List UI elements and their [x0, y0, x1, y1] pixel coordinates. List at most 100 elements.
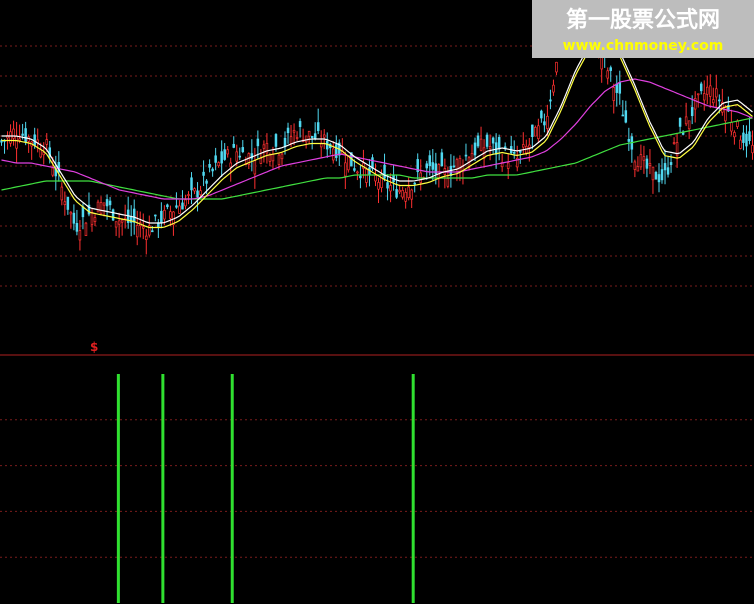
candle-body	[356, 171, 359, 174]
candle-body	[715, 88, 718, 98]
candle-body	[135, 225, 139, 238]
candle-body	[280, 153, 284, 160]
candle-body	[175, 205, 178, 208]
candle-body	[292, 129, 296, 133]
candle-body	[742, 132, 745, 143]
candle-body	[259, 157, 263, 164]
candle-body	[9, 131, 12, 144]
candle-body	[163, 209, 166, 220]
candle-body	[313, 133, 317, 140]
candle-body	[706, 86, 709, 95]
candle-body	[271, 153, 275, 162]
candle-body	[651, 166, 655, 181]
candle-body	[262, 144, 266, 149]
candle-body	[102, 202, 106, 206]
candle-body	[166, 204, 169, 208]
candle-body	[205, 180, 208, 184]
candle-body	[666, 167, 670, 175]
candle-body	[621, 114, 625, 117]
candle-body	[39, 149, 42, 158]
candle-body	[395, 189, 398, 198]
candle-body	[298, 121, 302, 127]
candle-body	[178, 205, 181, 214]
candle-body	[319, 143, 323, 148]
candle-body	[600, 56, 603, 70]
candle-body	[365, 169, 368, 183]
candle-body	[111, 209, 115, 221]
candle-body	[21, 133, 24, 136]
candle-body	[241, 147, 245, 153]
candle-body	[660, 169, 664, 181]
candle-body	[33, 134, 36, 146]
candle-body	[645, 158, 649, 169]
candle-body	[120, 219, 124, 223]
chart-canvas	[0, 0, 754, 604]
candle-body	[383, 164, 386, 179]
candle-body	[304, 135, 308, 143]
candle-body	[310, 135, 314, 138]
candle-body	[202, 171, 205, 176]
candle-body	[142, 226, 145, 229]
candle-body	[537, 125, 540, 139]
candle-body	[108, 200, 112, 206]
candle-body	[45, 139, 48, 145]
watermark-url: www.chnmoney.com	[562, 38, 724, 54]
candle-body	[745, 133, 748, 147]
candle-body	[24, 128, 27, 143]
candle-body	[678, 117, 682, 127]
candle-body	[184, 199, 187, 207]
candle-body	[534, 127, 537, 137]
candle-body	[75, 223, 79, 232]
candle-body	[322, 134, 326, 138]
signal-bar	[230, 374, 234, 603]
candle-body	[470, 153, 474, 160]
candle-body	[117, 220, 121, 225]
candle-body	[235, 151, 239, 162]
signal-marker: $	[90, 340, 99, 354]
candle-body	[359, 175, 362, 179]
candle-body	[193, 188, 196, 192]
candle-body	[540, 110, 543, 119]
candle-body	[612, 87, 616, 101]
candle-body	[15, 135, 18, 149]
candle-body	[488, 146, 492, 150]
candle-body	[286, 127, 290, 134]
signal-bar	[411, 374, 415, 603]
candle-body	[114, 221, 118, 228]
candle-body	[425, 163, 429, 169]
candle-body	[160, 210, 163, 223]
candle-body	[238, 155, 242, 158]
candle-body	[437, 164, 441, 179]
candle-body	[491, 137, 495, 144]
candle-body	[380, 173, 383, 188]
candle-body	[506, 162, 510, 169]
candle-body	[105, 199, 109, 207]
candle-body	[226, 149, 229, 155]
candle-body	[485, 134, 489, 147]
candle-body	[712, 99, 715, 104]
candle-body	[479, 138, 483, 151]
candle-body	[274, 134, 278, 147]
candle-body	[512, 152, 516, 154]
candle-body	[84, 222, 88, 236]
candle-body	[377, 182, 380, 190]
candle-body	[687, 120, 691, 130]
candle-body	[609, 67, 612, 71]
candle-body	[476, 135, 480, 147]
candle-body	[344, 162, 347, 177]
candle-body	[93, 217, 97, 222]
candle-body	[316, 122, 320, 131]
candle-body	[413, 182, 416, 185]
candle-body	[78, 230, 82, 241]
candle-body	[636, 166, 640, 172]
candle-body	[90, 212, 94, 225]
candle-body	[431, 162, 435, 170]
candle-body	[733, 132, 736, 138]
candle-body	[633, 161, 637, 170]
candle-body	[69, 211, 73, 215]
candle-body	[528, 144, 531, 148]
candle-body	[748, 131, 751, 141]
candle-body	[618, 82, 622, 94]
candle-body	[289, 136, 293, 144]
candle-body	[229, 162, 232, 168]
